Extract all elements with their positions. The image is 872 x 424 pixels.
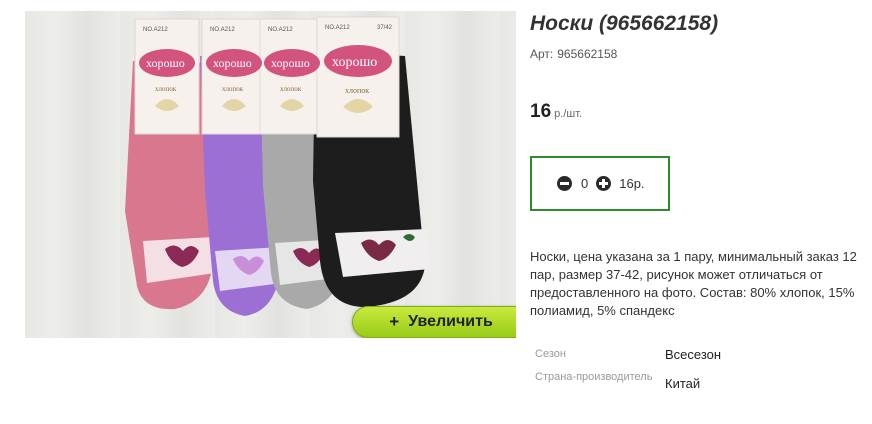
- quantity-total: 16р.: [619, 176, 645, 191]
- price-value: 16: [530, 101, 552, 122]
- zoom-button[interactable]: + Увеличить: [352, 306, 516, 338]
- tag-code: NO.A212: [143, 27, 168, 33]
- tag-sub: хлопок: [345, 86, 369, 95]
- property-row: Сезон Всесезон: [535, 347, 721, 363]
- tag-brand: хорошо: [213, 56, 252, 70]
- sku-label: Арт:: [530, 47, 554, 61]
- property-value: Китай: [665, 376, 701, 391]
- socks-illustration: NO.A212 NO.A212 NO.A212 NO.A212 37/42 хо…: [125, 16, 430, 316]
- tag-size: 37/42: [377, 25, 393, 31]
- sku-value: 965662158: [557, 47, 618, 61]
- product-title: Носки (965662158): [530, 12, 719, 35]
- plus-circle-icon[interactable]: [596, 176, 612, 191]
- product-image[interactable]: NO.A212 NO.A212 NO.A212 NO.A212 37/42 хо…: [25, 11, 516, 338]
- price-unit: р./шт.: [554, 108, 583, 120]
- property-key: Страна-производитель: [535, 371, 653, 383]
- tag-brand: хорошо: [146, 56, 185, 70]
- tag-code: NO.A212: [268, 27, 293, 33]
- tag-code: NO.A212: [325, 25, 350, 31]
- zoom-button-label: Увеличить: [408, 313, 493, 330]
- tag-sub: хлопок: [222, 85, 244, 93]
- product-sku: Арт: 965662158: [530, 47, 617, 61]
- property-row: Страна-производитель Китай: [535, 370, 700, 392]
- tag-sub: хлопок: [280, 85, 302, 93]
- tag-brand: хорошо: [271, 56, 310, 70]
- quantity-stepper: 0 16р.: [530, 156, 670, 211]
- quantity-value[interactable]: 0: [581, 176, 588, 191]
- thumbnail-strip: [30, 420, 94, 424]
- tag-sub: хлопок: [155, 85, 177, 93]
- product-price: 16 р./шт.: [530, 101, 582, 123]
- property-key: Сезон: [535, 348, 566, 360]
- tag-code: NO.A212: [210, 27, 235, 33]
- property-value: Всесезон: [665, 347, 722, 362]
- product-description: Носки, цена указана за 1 пару, минимальн…: [530, 249, 857, 318]
- minus-circle-icon[interactable]: [557, 176, 572, 191]
- plus-icon: +: [389, 312, 400, 331]
- tag-brand: хорошо: [332, 55, 377, 70]
